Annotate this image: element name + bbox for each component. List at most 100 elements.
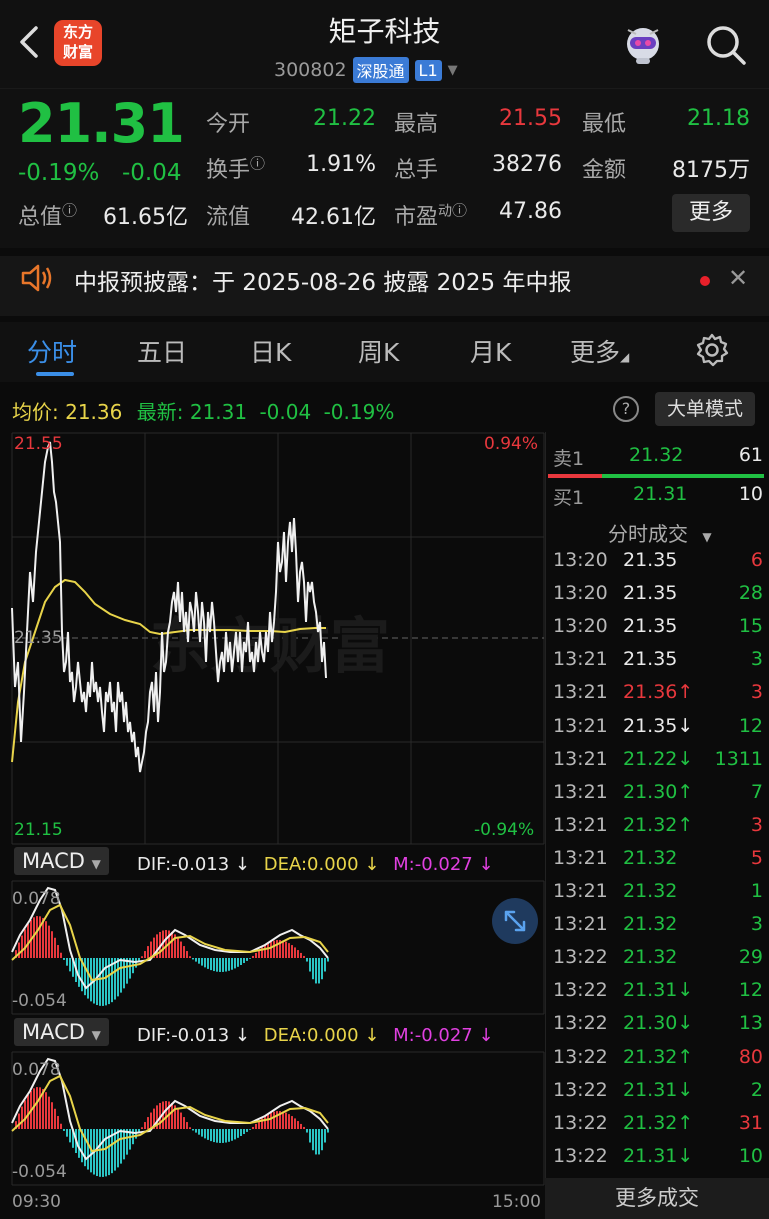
macd-bar	[228, 1129, 230, 1142]
macd-bar	[165, 930, 167, 958]
macd-bar	[96, 958, 98, 1006]
trade-price: 21.31↓	[623, 1144, 694, 1167]
macd-bar	[309, 1129, 311, 1143]
macd-bar	[273, 940, 275, 958]
trade-time: 13:21	[553, 846, 608, 869]
macd-bar	[66, 958, 68, 966]
trade-volume: 1311	[714, 747, 763, 770]
macd-chart-1: 0.078 -0.054	[11, 880, 545, 1015]
trade-row: 13:22 21.32 29	[553, 946, 763, 979]
robot-assistant-icon[interactable]	[618, 20, 668, 68]
macd-bar	[87, 1129, 89, 1170]
trade-row: 13:21 21.35↓ 12	[553, 715, 763, 748]
macd-bar	[189, 956, 191, 958]
help-icon[interactable]: ?	[613, 396, 639, 422]
trade-row: 13:21 21.32↑ 3	[553, 814, 763, 847]
buy-1-row: 买1 21.31 10	[553, 483, 763, 509]
pe-label[interactable]: 市盈动ⓘ	[394, 199, 467, 231]
macd-bar	[51, 1102, 53, 1129]
change-amount: -0.04	[122, 160, 182, 186]
big-order-mode-button[interactable]: 大单模式	[655, 392, 755, 426]
trade-price: 21.32↑	[623, 813, 694, 836]
tab-weekly-k[interactable]: 周K	[358, 333, 399, 369]
macd-bar	[270, 1112, 272, 1129]
trade-time: 13:22	[553, 946, 608, 969]
macd-bar	[141, 956, 143, 958]
trade-volume: 31	[738, 1111, 763, 1134]
intraday-chart[interactable]: 东方财富	[0, 432, 545, 852]
macd-bar	[54, 1108, 56, 1129]
trade-volume: 3	[750, 681, 763, 704]
macd-bar	[24, 929, 26, 958]
macd-bar	[105, 958, 107, 1006]
search-icon[interactable]	[700, 20, 750, 68]
macd-bar	[276, 940, 278, 958]
macd-bar	[318, 958, 320, 984]
more-quote-button[interactable]: 更多	[672, 194, 750, 232]
more-trades-button[interactable]: 更多成交	[545, 1178, 769, 1219]
macd-chart-2: 0.078 -0.054	[11, 1051, 545, 1186]
tab-monthly-k[interactable]: 月K	[470, 333, 511, 369]
macd-bar	[177, 1108, 179, 1129]
macd-bar	[249, 1129, 251, 1130]
notice-text[interactable]: 中报预披露：于 2025-08-26 披露 2025 年中报	[74, 263, 571, 297]
tab-intraday[interactable]: 分时	[27, 333, 77, 369]
trade-time: 13:20	[553, 582, 608, 605]
current-price: 21.31	[18, 92, 185, 155]
trade-price: 21.35	[623, 582, 678, 605]
macd-bar	[189, 1127, 191, 1129]
trade-volume: 6	[750, 549, 763, 571]
trade-time: 13:21	[553, 714, 608, 737]
macd-selector[interactable]: MACD ▼	[14, 847, 109, 875]
trade-time: 13:22	[553, 979, 608, 1002]
trade-price: 21.32	[623, 846, 678, 869]
macd-bar	[231, 958, 233, 970]
trade-price: 21.32	[623, 946, 678, 969]
macd-selector-2[interactable]: MACD ▼	[14, 1018, 109, 1046]
close-icon[interactable]: ✕	[728, 264, 748, 292]
trade-volume: 3	[750, 648, 763, 671]
trade-time: 13:21	[553, 780, 608, 803]
macd-bar	[27, 924, 29, 958]
macd-bar	[264, 945, 266, 958]
stock-code: 300802	[274, 59, 347, 81]
tab-five-day[interactable]: 五日	[137, 333, 187, 369]
macd-bar	[243, 958, 245, 964]
macd-bar	[45, 1092, 47, 1129]
macd-values-2: DIF:-0.013 ↓ DEA:0.000 ↓ M:-0.027 ↓	[137, 1025, 494, 1046]
expand-icon[interactable]	[492, 898, 538, 944]
trades-header[interactable]: 分时成交 ▼	[608, 518, 712, 547]
macd-bar	[21, 935, 23, 958]
macd-bar	[282, 1111, 284, 1129]
trade-price: 21.31↓	[623, 1078, 694, 1101]
chart-top-pct: 0.94%	[484, 434, 539, 454]
macd-bar	[240, 958, 242, 965]
stock-code-row[interactable]: 300802 深股通 L1 ▼	[274, 56, 458, 84]
macd-bar	[147, 1117, 149, 1129]
macd-bar	[300, 1123, 302, 1129]
volume-value: 38276	[492, 152, 562, 177]
macd-bar	[117, 1129, 119, 1168]
gear-icon[interactable]	[694, 332, 730, 368]
macd-bar	[255, 952, 257, 958]
trade-volume: 29	[738, 946, 763, 969]
macd-bar	[60, 952, 62, 958]
macd-bar	[186, 951, 188, 958]
time-start: 09:30	[12, 1192, 61, 1212]
tab-more[interactable]: 更多◢	[570, 333, 629, 369]
turnover-label[interactable]: 换手ⓘ	[206, 152, 265, 184]
trade-row: 13:20 21.35 6	[553, 549, 763, 582]
low-value: 21.18	[687, 106, 750, 131]
macd-bar	[219, 958, 221, 972]
macd-bar	[183, 946, 185, 958]
open-value: 21.22	[313, 106, 376, 131]
pe-value: 47.86	[499, 199, 562, 224]
trade-row: 13:22 21.31↓ 2	[553, 1079, 763, 1112]
macd-bar	[84, 1129, 86, 1167]
trade-time: 13:22	[553, 1045, 608, 1068]
mktcap-label[interactable]: 总值ⓘ	[18, 199, 77, 231]
macd-bar	[249, 958, 251, 959]
trade-time: 13:21	[553, 913, 608, 936]
tab-daily-k[interactable]: 日K	[250, 333, 291, 369]
macd-bar	[48, 1096, 50, 1129]
